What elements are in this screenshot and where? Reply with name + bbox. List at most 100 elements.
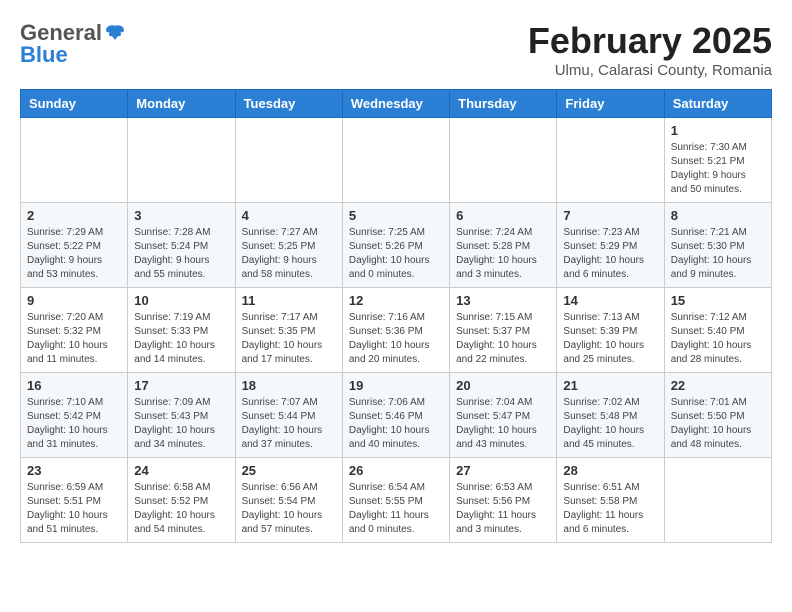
calendar-cell: 4 Sunrise: 7:27 AMSunset: 5:25 PMDaylight… (235, 203, 342, 288)
col-monday: Monday (128, 90, 235, 118)
day-info: Sunset: 5:33 PM (134, 325, 228, 339)
day-info: Daylight: 10 hours and 9 minutes. (671, 254, 765, 282)
day-info: Sunset: 5:30 PM (671, 240, 765, 254)
day-info: Daylight: 10 hours and 25 minutes. (563, 339, 657, 367)
day-number: 25 (242, 463, 336, 478)
day-number: 15 (671, 293, 765, 308)
calendar-cell: 2Sunrise: 7:29 AMSunset: 5:22 PMDaylight… (21, 203, 128, 288)
col-friday: Friday (557, 90, 664, 118)
day-info: Sunset: 5:46 PM (349, 410, 443, 424)
day-info: Sunset: 5:37 PM (456, 325, 550, 339)
day-info: Sunrise: 7:17 AM (242, 311, 336, 325)
day-info: Sunset: 5:58 PM (563, 495, 657, 509)
calendar-cell (235, 118, 342, 203)
day-info: Daylight: 9 hours and 58 minutes. (242, 254, 336, 282)
day-number: 6 (456, 208, 550, 223)
day-info: Sunrise: 7:09 AM (134, 396, 228, 410)
day-info: Sunset: 5:36 PM (349, 325, 443, 339)
day-number: 9 (27, 293, 121, 308)
day-info: Sunset: 5:51 PM (27, 495, 121, 509)
calendar-cell: 6Sunrise: 7:24 AMSunset: 5:28 PMDaylight… (450, 203, 557, 288)
day-info: Sunrise: 7:04 AM (456, 396, 550, 410)
calendar-week-3: 9Sunrise: 7:20 AMSunset: 5:32 PMDaylight… (21, 288, 772, 373)
day-number: 12 (349, 293, 443, 308)
day-info: Daylight: 10 hours and 0 minutes. (349, 254, 443, 282)
day-info: Daylight: 10 hours and 48 minutes. (671, 424, 765, 452)
day-info: Sunset: 5:55 PM (349, 495, 443, 509)
day-info: Sunrise: 7:23 AM (563, 226, 657, 240)
day-number: 27 (456, 463, 550, 478)
day-info: Sunrise: 6:53 AM (456, 481, 550, 495)
day-number: 8 (671, 208, 765, 223)
logo: General Blue (20, 20, 126, 68)
day-info: Sunset: 5:52 PM (134, 495, 228, 509)
day-info: Daylight: 10 hours and 37 minutes. (242, 424, 336, 452)
calendar-cell (342, 118, 449, 203)
day-info: Sunset: 5:47 PM (456, 410, 550, 424)
day-info: Sunrise: 7:19 AM (134, 311, 228, 325)
col-thursday: Thursday (450, 90, 557, 118)
day-info: Sunset: 5:21 PM (671, 155, 765, 169)
calendar-week-5: 23Sunrise: 6:59 AMSunset: 5:51 PMDayligh… (21, 458, 772, 543)
day-info: Daylight: 10 hours and 14 minutes. (134, 339, 228, 367)
day-number: 17 (134, 378, 228, 393)
calendar-week-2: 2Sunrise: 7:29 AMSunset: 5:22 PMDaylight… (21, 203, 772, 288)
calendar-cell: 11Sunrise: 7:17 AMSunset: 5:35 PMDayligh… (235, 288, 342, 373)
day-info: Daylight: 10 hours and 54 minutes. (134, 509, 228, 537)
day-info: Sunset: 5:24 PM (134, 240, 228, 254)
day-info: Daylight: 11 hours and 3 minutes. (456, 509, 550, 537)
day-info: Daylight: 10 hours and 11 minutes. (27, 339, 121, 367)
day-info: Daylight: 9 hours and 50 minutes. (671, 169, 765, 197)
day-number: 18 (242, 378, 336, 393)
day-number: 16 (27, 378, 121, 393)
calendar-cell: 20 Sunrise: 7:04 AMSunset: 5:47 PMDayligh… (450, 373, 557, 458)
day-info: Sunrise: 6:54 AM (349, 481, 443, 495)
day-info: Sunset: 5:22 PM (27, 240, 121, 254)
col-sunday: Sunday (21, 90, 128, 118)
day-info: Daylight: 10 hours and 43 minutes. (456, 424, 550, 452)
day-number: 28 (563, 463, 657, 478)
day-info: Sunset: 5:26 PM (349, 240, 443, 254)
day-info: Sunrise: 7:16 AM (349, 311, 443, 325)
day-info: Sunset: 5:25 PM (242, 240, 336, 254)
day-number: 3 (134, 208, 228, 223)
day-info: Sunrise: 7:02 AM (563, 396, 657, 410)
day-info: Sunrise: 7:10 AM (27, 396, 121, 410)
day-number: 22 (671, 378, 765, 393)
calendar-cell: 13Sunrise: 7:15 AMSunset: 5:37 PMDayligh… (450, 288, 557, 373)
day-number: 21 (563, 378, 657, 393)
day-info: Daylight: 10 hours and 34 minutes. (134, 424, 228, 452)
calendar-cell: 25Sunrise: 6:56 AMSunset: 5:54 PMDayligh… (235, 458, 342, 543)
day-info: Daylight: 9 hours and 55 minutes. (134, 254, 228, 282)
calendar-cell: 17Sunrise: 7:09 AMSunset: 5:43 PMDayligh… (128, 373, 235, 458)
day-info: Sunset: 5:35 PM (242, 325, 336, 339)
day-info: Daylight: 10 hours and 51 minutes. (27, 509, 121, 537)
day-number: 13 (456, 293, 550, 308)
day-number: 2 (27, 208, 121, 223)
day-info: Sunrise: 7:25 AM (349, 226, 443, 240)
day-number: 4 (242, 208, 336, 223)
day-info: Sunrise: 6:56 AM (242, 481, 336, 495)
day-info: Sunset: 5:39 PM (563, 325, 657, 339)
day-info: Sunrise: 7:27 AM (242, 226, 336, 240)
calendar-week-1: 1Sunrise: 7:30 AMSunset: 5:21 PMDaylight… (21, 118, 772, 203)
day-number: 23 (27, 463, 121, 478)
day-info: Daylight: 10 hours and 57 minutes. (242, 509, 336, 537)
calendar-cell: 26Sunrise: 6:54 AMSunset: 5:55 PMDayligh… (342, 458, 449, 543)
day-info: Sunrise: 7:24 AM (456, 226, 550, 240)
day-number: 20 (456, 378, 550, 393)
day-info: Sunrise: 7:12 AM (671, 311, 765, 325)
calendar-week-4: 16Sunrise: 7:10 AMSunset: 5:42 PMDayligh… (21, 373, 772, 458)
calendar-cell: 18Sunrise: 7:07 AMSunset: 5:44 PMDayligh… (235, 373, 342, 458)
calendar-cell: 1Sunrise: 7:30 AMSunset: 5:21 PMDaylight… (664, 118, 771, 203)
col-saturday: Saturday (664, 90, 771, 118)
calendar-cell (128, 118, 235, 203)
day-info: Sunset: 5:28 PM (456, 240, 550, 254)
day-info: Daylight: 10 hours and 45 minutes. (563, 424, 657, 452)
logo-blue-text: Blue (20, 42, 68, 68)
day-info: Sunset: 5:29 PM (563, 240, 657, 254)
day-info: Sunset: 5:32 PM (27, 325, 121, 339)
day-info: Daylight: 10 hours and 17 minutes. (242, 339, 336, 367)
day-number: 24 (134, 463, 228, 478)
calendar-cell: 27Sunrise: 6:53 AMSunset: 5:56 PMDayligh… (450, 458, 557, 543)
